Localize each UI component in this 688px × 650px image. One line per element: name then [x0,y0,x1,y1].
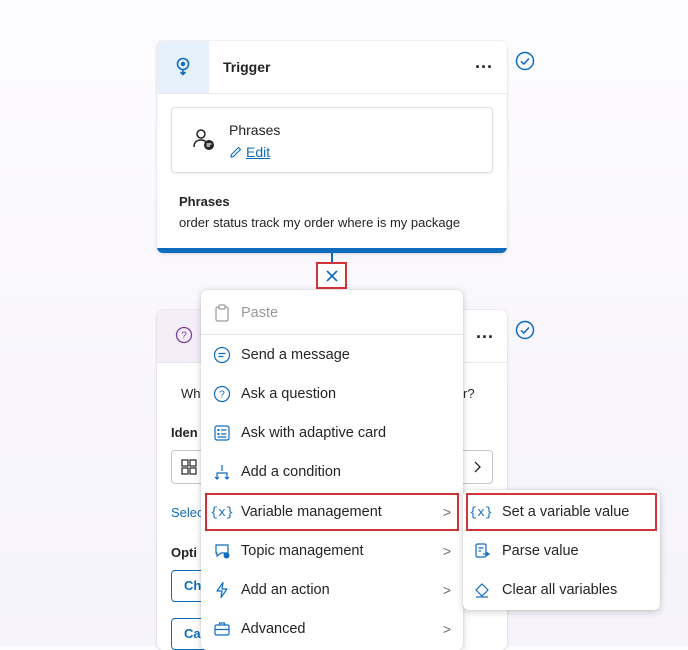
trigger-node[interactable]: Trigger ... Phrases Edit Phrases order s… [157,41,507,253]
action-icon [213,581,231,599]
menu-item-topic-management[interactable]: Topic management > [201,532,463,570]
menu-item-label: Ask a question [241,386,337,402]
check-circle-icon [515,51,535,71]
close-add-button[interactable] [316,262,347,289]
submenu-item-label: Parse value [502,543,579,559]
trigger-title: Trigger [223,59,271,75]
trigger-header: Trigger ... [157,41,507,94]
question-header-icon-box: ? [157,310,201,362]
edit-label: Edit [246,144,271,160]
phrases-label: Phrases [179,194,230,209]
menu-divider [201,334,463,335]
chevron-right-icon: > [442,621,451,637]
phrases-title: Phrases [229,122,281,138]
menu-item-label: Ask with adaptive card [241,425,387,441]
edit-link[interactable]: Edit [229,144,270,160]
chat-icon [213,346,231,364]
grid-icon [181,459,197,475]
pencil-icon [230,146,242,158]
menu-item-label: Add an action [241,582,330,598]
phrases-text: order status track my order where is my … [179,215,461,230]
submenu-item-parse-value[interactable]: Parse value [463,532,660,570]
question-more-button[interactable]: ... [476,322,494,343]
phrases-box: Phrases Edit [171,107,493,173]
eraser-icon [473,581,491,599]
menu-item-label: Variable management [241,504,382,520]
variable-icon: {x} [210,504,234,520]
question-text-partial: Wh [181,386,201,401]
close-icon [325,269,338,282]
chevron-right-icon: > [442,582,451,598]
menu-item-label: Send a message [241,347,350,363]
submenu-item-clear-variables[interactable]: Clear all variables [463,571,660,609]
submenu-item-set-variable-value[interactable]: {x} Set a variable value [466,493,657,531]
menu-item-label: Paste [241,305,279,321]
question-icon: ? [175,326,193,344]
chevron-right-icon: > [442,504,451,520]
option-chip-2-label: Ca [184,626,201,641]
menu-item-advanced[interactable]: Advanced > [201,610,463,648]
person-chat-icon [192,128,216,155]
trigger-icon [157,41,209,93]
menu-item-variable-management[interactable]: {x} Variable management > [205,493,459,531]
menu-item-label: Add a condition [241,464,341,480]
menu-item-add-condition[interactable]: Add a condition [201,453,463,491]
menu-item-label: Advanced [241,621,306,637]
topic-icon [213,542,231,560]
select-link-partial[interactable]: Selec [171,505,204,520]
briefcase-icon [213,620,231,638]
variable-icon: {x} [469,504,493,520]
branch-icon [213,463,231,481]
check-circle-icon [515,320,535,340]
parse-icon [473,542,491,560]
svg-text:?: ? [181,331,187,342]
menu-item-adaptive-card[interactable]: Ask with adaptive card [201,414,463,452]
menu-item-add-action[interactable]: Add an action > [201,571,463,609]
submenu-item-label: Clear all variables [502,582,618,598]
menu-item-paste[interactable]: Paste [201,294,463,332]
trigger-more-button[interactable]: ... [475,52,493,73]
question-text-partial-end: r? [463,386,475,401]
card-icon [213,424,231,442]
menu-item-send-message[interactable]: Send a message [201,336,463,374]
menu-item-ask-question[interactable]: ? Ask a question [201,375,463,413]
question-icon: ? [213,385,231,403]
add-node-menu: Paste Send a message ? Ask a question As… [201,290,463,650]
chevron-right-icon: > [442,543,451,559]
svg-text:?: ? [219,390,225,401]
options-label-partial: Opti [171,545,197,560]
identify-label-partial: Iden [171,425,198,440]
variable-management-submenu: {x} Set a variable value Parse value Cle… [463,490,660,610]
submenu-item-label: Set a variable value [502,504,630,520]
chevron-right-icon [474,461,481,473]
paste-icon [213,304,231,322]
menu-item-label: Topic management [241,543,364,559]
option-chip-1-label: Ch [184,578,202,593]
